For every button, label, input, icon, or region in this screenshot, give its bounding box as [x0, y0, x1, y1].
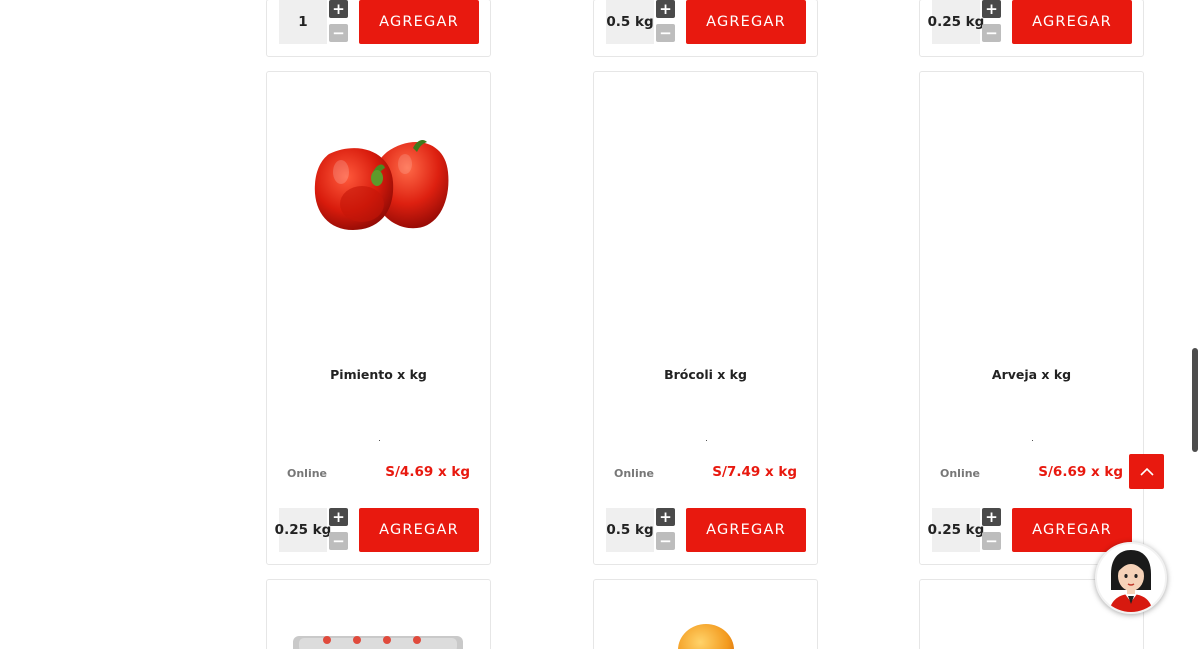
product-name[interactable]: Arveja x kg	[920, 367, 1143, 382]
decrement-button[interactable]: −	[656, 24, 675, 42]
quantity-stepper: + −	[656, 508, 675, 550]
divider-dot	[378, 440, 380, 441]
availability-label: Online	[614, 467, 655, 480]
quantity-stepper: + −	[982, 0, 1001, 42]
product-card-pimiento[interactable]: Pimiento x kg Online S/4.69 x kg 0.25 kg…	[266, 71, 491, 565]
increment-button[interactable]: +	[329, 508, 348, 526]
quantity-stepper: + −	[656, 0, 675, 42]
add-to-cart-button[interactable]: AGREGAR	[686, 508, 806, 552]
increment-button[interactable]: +	[656, 0, 675, 18]
increment-button[interactable]: +	[982, 508, 1001, 526]
availability-label: Online	[287, 467, 328, 480]
product-card-top-2: 0.5 kg + − AGREGAR	[593, 0, 818, 57]
product-card-bottom-2[interactable]	[593, 579, 818, 649]
product-card-top-1: 1 + − AGREGAR	[266, 0, 491, 57]
divider-dot	[705, 440, 707, 441]
decrement-button[interactable]: −	[329, 532, 348, 550]
scrollbar-thumb[interactable]	[1192, 348, 1198, 452]
increment-button[interactable]: +	[982, 0, 1001, 18]
product-card-bottom-1[interactable]	[266, 579, 491, 649]
product-card-brocoli[interactable]: Brócoli x kg Online S/7.49 x kg 0.5 kg +…	[593, 71, 818, 565]
product-price: S/7.49 x kg	[712, 464, 797, 480]
add-to-cart-button[interactable]: AGREGAR	[359, 508, 479, 552]
decrement-button[interactable]: −	[329, 24, 348, 42]
product-price: S/6.69 x kg	[1038, 464, 1123, 480]
chevron-up-icon	[1139, 467, 1154, 476]
product-image[interactable]	[267, 112, 490, 272]
quantity-stepper: + −	[329, 508, 348, 550]
availability-label: Online	[940, 467, 981, 480]
quantity-field[interactable]: 0.25 kg	[928, 0, 984, 44]
assistant-avatar-button[interactable]	[1095, 542, 1167, 614]
quantity-field[interactable]: 0.5 kg	[606, 508, 654, 552]
product-price: S/4.69 x kg	[385, 464, 470, 480]
quantity-field[interactable]: 1	[279, 0, 327, 44]
assistant-avatar-icon	[1109, 550, 1153, 612]
increment-button[interactable]: +	[329, 0, 348, 18]
quantity-field[interactable]: 0.25 kg	[928, 508, 984, 552]
quantity-stepper: + −	[982, 508, 1001, 550]
quantity-stepper: + −	[329, 0, 348, 42]
add-to-cart-button[interactable]: AGREGAR	[1012, 0, 1132, 44]
scroll-to-top-button[interactable]	[1129, 454, 1164, 489]
divider-dot	[1031, 440, 1033, 441]
product-name[interactable]: Brócoli x kg	[594, 367, 817, 382]
quantity-field[interactable]: 0.5 kg	[606, 0, 654, 44]
red-bell-pepper-icon	[314, 140, 449, 230]
product-card-arveja[interactable]: Arveja x kg Online S/6.69 x kg 0.25 kg +…	[919, 71, 1144, 565]
product-name[interactable]: Pimiento x kg	[267, 367, 490, 382]
quantity-field[interactable]: 0.25 kg	[275, 508, 331, 552]
peach-fruit-image	[678, 624, 734, 649]
product-card-top-3: 0.25 kg + − AGREGAR	[919, 0, 1144, 57]
add-to-cart-button[interactable]: AGREGAR	[686, 0, 806, 44]
increment-button[interactable]: +	[656, 508, 675, 526]
decrement-button[interactable]: −	[982, 24, 1001, 42]
decrement-button[interactable]: −	[656, 532, 675, 550]
product-tray-image	[293, 636, 463, 649]
add-to-cart-button[interactable]: AGREGAR	[359, 0, 479, 44]
decrement-button[interactable]: −	[982, 532, 1001, 550]
